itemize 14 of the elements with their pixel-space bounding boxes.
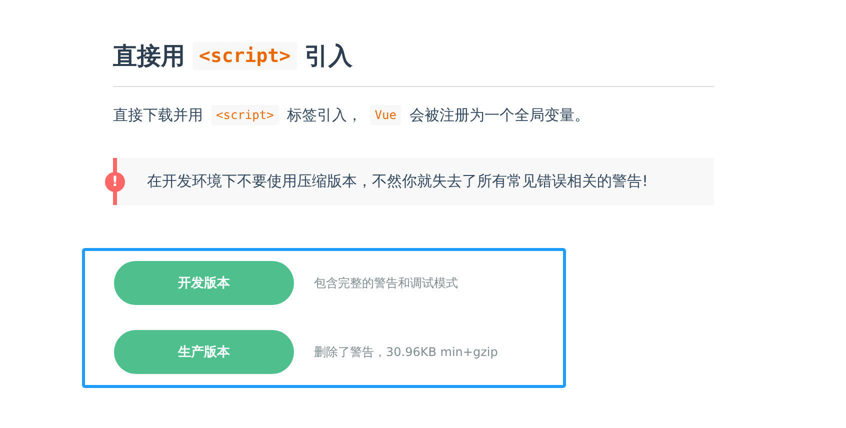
code-snippet: <script> [211,105,279,125]
body-text: 会被注册为一个全局变量。 [409,106,590,124]
version-description: 删除了警告，30.96KB min+gzip [314,344,498,360]
warning-text: 在开发环境下不要使用压缩版本，不然你就失去了所有常见错误相关的警告! [147,172,648,190]
version-description: 包含完整的警告和调试模式 [314,274,458,292]
body-text: 标签引入， [286,106,362,124]
warning-icon: ! [105,172,125,192]
code-snippet: Vue [370,105,402,125]
download-button[interactable]: 开发版本 [114,261,294,305]
body-text: 直接下载并用 [113,106,203,124]
heading-text: 引入 [304,41,353,72]
heading-text: 直接用 [113,41,185,72]
code-snippet: <script> [193,42,297,70]
download-button[interactable]: 生产版本 [114,330,294,374]
